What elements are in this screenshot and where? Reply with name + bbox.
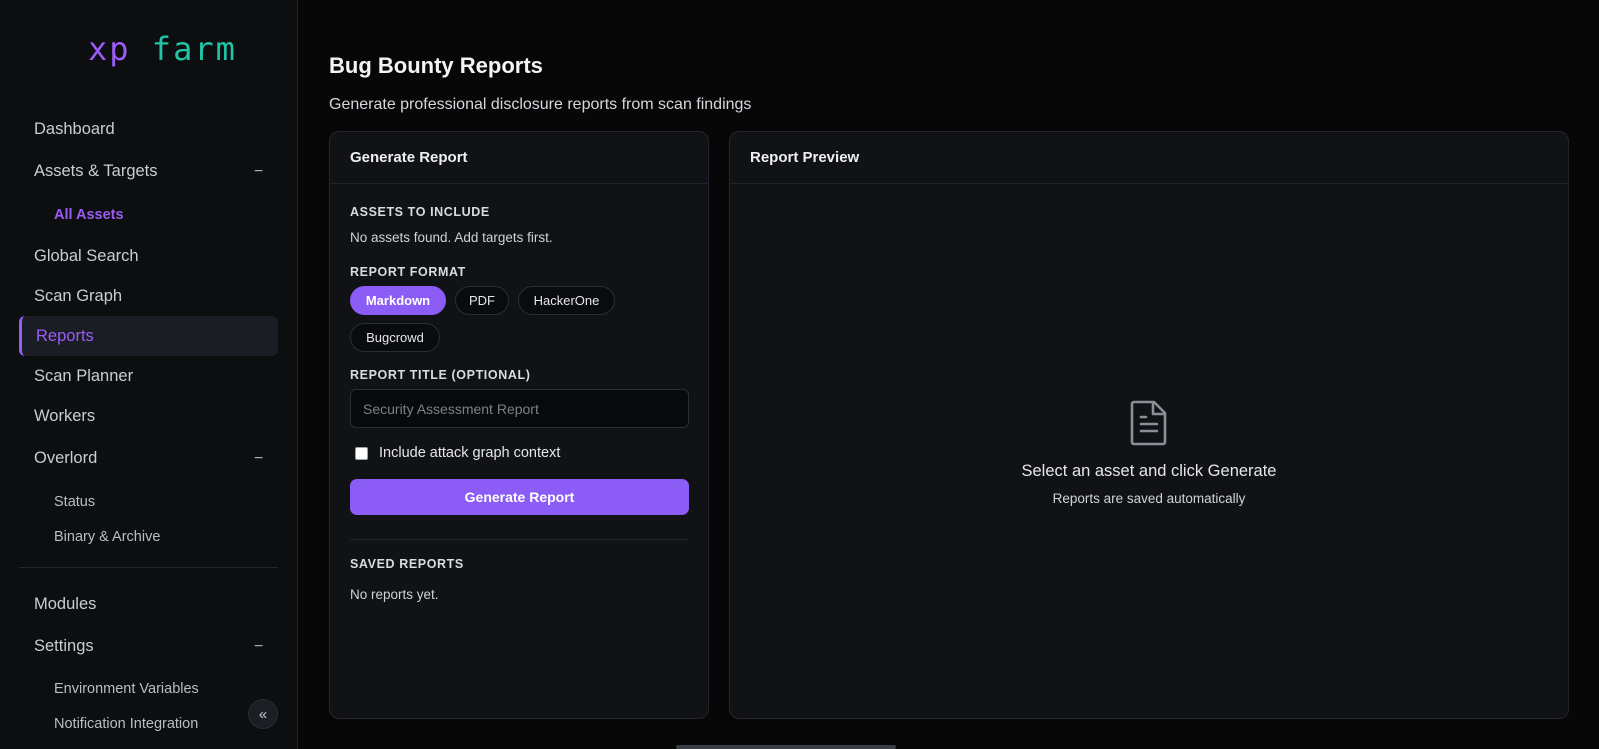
sidebar-item-assets-targets[interactable]: Assets & Targets [34,162,158,181]
overlord-collapse-toggle[interactable]: − [254,450,263,468]
generate-report-button[interactable]: Generate Report [350,479,689,515]
assets-collapse-toggle[interactable]: − [254,163,263,181]
sidebar-subitem-environment-variables[interactable]: Environment Variables [54,681,199,697]
sidebar-subitem-notification-integration[interactable]: Notification Integration [54,716,198,732]
sidebar-subitem-status[interactable]: Status [54,494,95,510]
panel-divider [350,539,689,540]
preview-empty-subtitle: Reports are saved automatically [1052,491,1246,506]
report-title-input[interactable] [350,389,689,428]
saved-reports-empty: No reports yet. [350,587,439,602]
page-title: Bug Bounty Reports [329,53,543,78]
logo-farm: farm [151,30,237,68]
include-graph-checkbox[interactable] [355,447,368,460]
title-section-label: REPORT TITLE (OPTIONAL) [350,368,531,382]
sidebar-item-workers[interactable]: Workers [34,407,95,426]
sidebar-item-global-search[interactable]: Global Search [34,247,139,266]
sidebar-divider [19,567,278,568]
page-subtitle: Generate professional disclosure reports… [329,96,752,113]
sidebar-item-dashboard[interactable]: Dashboard [34,120,115,139]
assets-empty-message: No assets found. Add targets first. [350,230,553,245]
sidebar-item-scan-graph[interactable]: Scan Graph [34,287,122,306]
preview-empty-title: Select an asset and click Generate [1021,462,1277,480]
logo-xp: xp [88,30,131,68]
settings-collapse-toggle[interactable]: − [254,638,263,656]
document-icon [1130,400,1167,446]
format-pdf-button[interactable]: PDF [455,286,509,315]
sidebar-subitem-all-assets[interactable]: All Assets [54,207,124,223]
sidebar: xp farm Dashboard Assets & Targets − All… [0,0,298,749]
format-section-label: REPORT FORMAT [350,265,466,279]
sidebar-subitem-binary-archive[interactable]: Binary & Archive [54,529,160,545]
sidebar-item-modules[interactable]: Modules [34,595,96,614]
generate-report-panel: Generate Report ASSETS TO INCLUDE No ass… [329,131,709,719]
include-graph-label[interactable]: Include attack graph context [379,445,560,461]
double-chevron-left-icon: « [258,705,268,723]
app-logo[interactable]: xp farm [88,30,237,70]
generate-report-heading: Generate Report [330,132,708,184]
assets-section-label: ASSETS TO INCLUDE [350,205,490,219]
format-bugcrowd-button[interactable]: Bugcrowd [350,323,440,352]
sidebar-item-overlord[interactable]: Overlord [34,449,97,468]
report-preview-panel: Report Preview Select an asset and click… [729,131,1569,719]
sidebar-item-reports-label[interactable]: Reports [36,327,94,346]
format-hackerone-button[interactable]: HackerOne [518,286,615,315]
format-markdown-button[interactable]: Markdown [350,286,446,315]
report-preview-heading: Report Preview [730,132,1568,184]
sidebar-item-scan-planner[interactable]: Scan Planner [34,367,133,386]
sidebar-item-settings[interactable]: Settings [34,637,94,656]
horizontal-scrollbar[interactable] [676,745,896,749]
app-window: xp farm Dashboard Assets & Targets − All… [0,0,1599,749]
saved-reports-label: SAVED REPORTS [350,557,464,571]
sidebar-collapse-button[interactable]: « [248,699,278,729]
